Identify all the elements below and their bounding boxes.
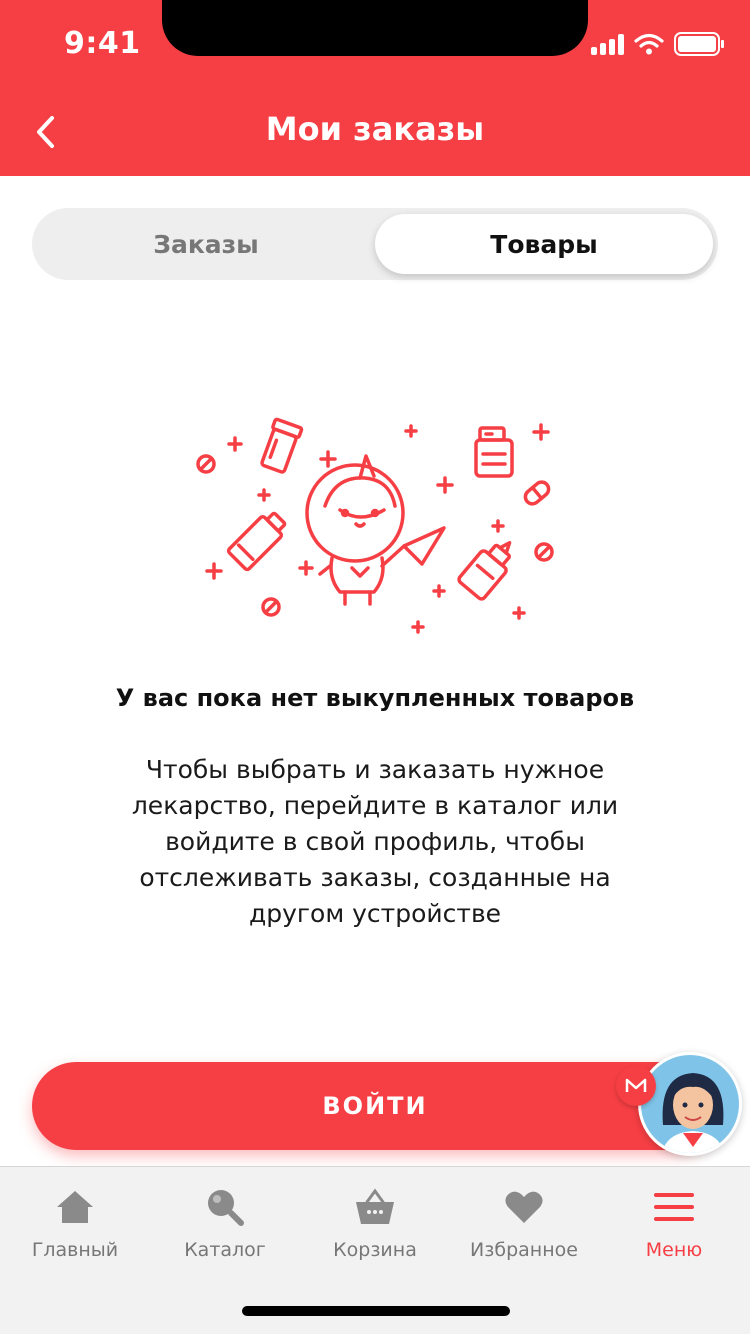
menu-icon [652,1187,696,1227]
empty-state-title: У вас пока нет выкупленных товаров [115,684,635,712]
tab-favorites[interactable]: Избранное [449,1187,599,1277]
tab-label: Меню [645,1239,703,1261]
tab-goods[interactable]: Товары [375,214,713,274]
wifi-icon [634,33,664,55]
orders-goods-segmented-control: Заказы Товары [32,208,718,280]
empty-state-description: Чтобы выбрать и заказать нужное лекарств… [131,755,619,928]
home-indicator [242,1306,510,1316]
tab-cart[interactable]: Корзина [300,1187,450,1277]
tab-menu[interactable]: Меню [599,1187,749,1277]
app-header: 9:41 Мои заказы [0,0,750,176]
brand-m-icon [616,1066,656,1106]
plus-icon [205,423,550,634]
tab-label: Корзина [333,1239,417,1261]
tab-orders[interactable]: Заказы [37,214,375,274]
tab-label: Избранное [470,1239,578,1261]
page-title: Мои заказы [265,110,485,148]
device-notch [162,0,588,56]
empty-state-illustration [196,417,554,634]
tab-home[interactable]: Главный [0,1187,150,1277]
dropper-bottle-icon [457,541,512,601]
signal-icon [591,33,624,55]
status-time: 9:41 [64,26,141,61]
bottle-icon [260,417,304,474]
search-icon [203,1187,247,1227]
tab-catalog[interactable]: Каталог [150,1187,300,1277]
tab-label: Главный [31,1239,119,1261]
battery-icon [674,32,724,56]
unicorn-astronaut-icon [305,454,446,606]
assistant-avatar [638,1052,742,1156]
assistant-button[interactable] [612,1052,746,1164]
status-icons [591,32,724,56]
heart-icon [502,1187,546,1227]
jar-icon [474,426,514,478]
basket-icon [353,1187,397,1227]
home-icon [53,1187,97,1227]
tab-label: Каталог [184,1239,266,1261]
tube-icon [226,511,287,572]
